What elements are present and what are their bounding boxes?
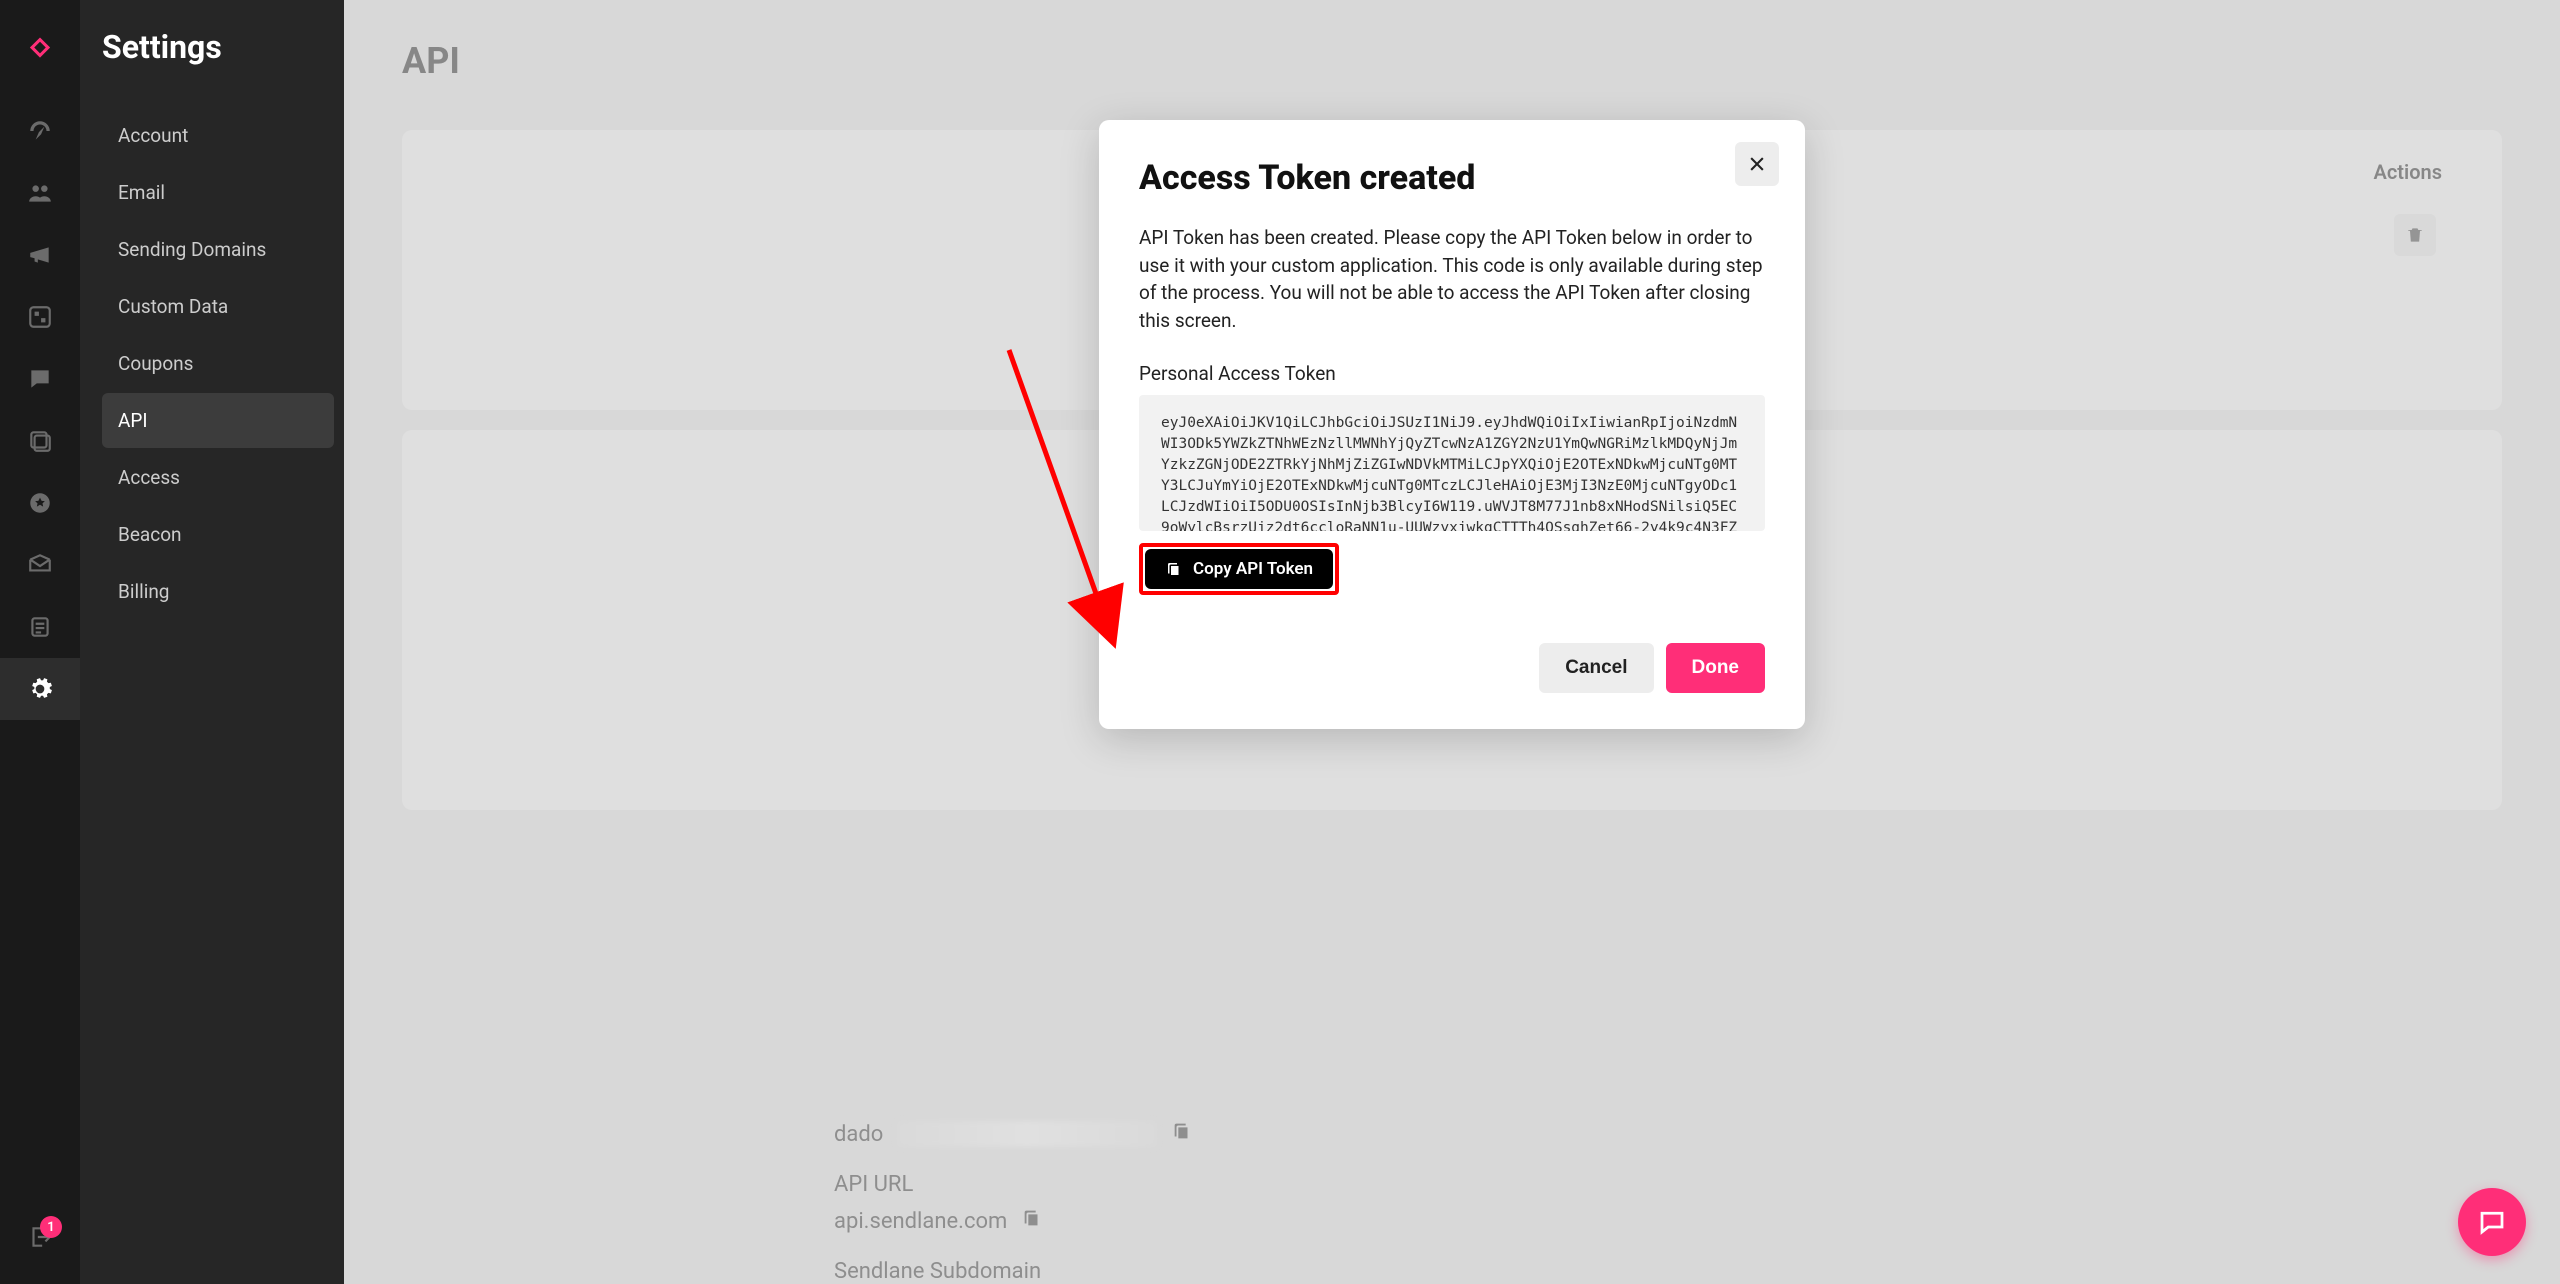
nav-item-custom-data[interactable]: Custom Data bbox=[102, 279, 334, 334]
campaigns-icon[interactable] bbox=[0, 224, 80, 286]
copy-api-token-label: Copy API Token bbox=[1193, 559, 1313, 579]
nav-item-sending-domains[interactable]: Sending Domains bbox=[102, 222, 334, 277]
automations-icon[interactable] bbox=[0, 286, 80, 348]
modal-body-text: API Token has been created. Please copy … bbox=[1139, 224, 1765, 334]
copy-api-token-button[interactable]: Copy API Token bbox=[1145, 549, 1333, 589]
nav-item-access[interactable]: Access bbox=[102, 450, 334, 505]
audience-icon[interactable] bbox=[0, 162, 80, 224]
token-value-box[interactable]: eyJ0eXAiOiJKV1QiLCJhbGciOiJSUzI1NiJ9.eyJ… bbox=[1139, 395, 1765, 531]
nav-item-email[interactable]: Email bbox=[102, 165, 334, 220]
gear-icon[interactable] bbox=[0, 658, 80, 720]
reviews-icon[interactable] bbox=[0, 472, 80, 534]
nav-item-account[interactable]: Account bbox=[102, 108, 334, 163]
nav-item-billing[interactable]: Billing bbox=[102, 564, 334, 619]
messages-icon[interactable] bbox=[0, 348, 80, 410]
content-icon[interactable] bbox=[0, 410, 80, 472]
close-icon[interactable] bbox=[1735, 142, 1779, 186]
done-button[interactable]: Done bbox=[1666, 643, 1766, 693]
settings-nav: Account Email Sending Domains Custom Dat… bbox=[102, 108, 334, 619]
nav-item-coupons[interactable]: Coupons bbox=[102, 336, 334, 391]
logo-icon[interactable] bbox=[0, 18, 80, 80]
sidebar-title: Settings bbox=[102, 28, 334, 66]
modal-title: Access Token created bbox=[1139, 158, 1765, 198]
nav-item-api[interactable]: API bbox=[102, 393, 334, 448]
cancel-button[interactable]: Cancel bbox=[1539, 643, 1653, 693]
dashboard-icon[interactable] bbox=[0, 100, 80, 162]
token-label: Personal Access Token bbox=[1139, 362, 1765, 385]
notification-badge: 1 bbox=[40, 1216, 62, 1238]
help-chat-fab[interactable] bbox=[2458, 1188, 2526, 1256]
nav-item-beacon[interactable]: Beacon bbox=[102, 507, 334, 562]
forms-icon[interactable] bbox=[0, 596, 80, 658]
inbox-icon[interactable] bbox=[0, 534, 80, 596]
icon-rail: 1 bbox=[0, 0, 80, 1284]
settings-sidebar: Settings Account Email Sending Domains C… bbox=[80, 0, 344, 1284]
exit-icon[interactable]: 1 bbox=[0, 1206, 80, 1268]
access-token-modal: Access Token created API Token has been … bbox=[1099, 120, 1805, 729]
annotation-highlight: Copy API Token bbox=[1139, 543, 1339, 595]
